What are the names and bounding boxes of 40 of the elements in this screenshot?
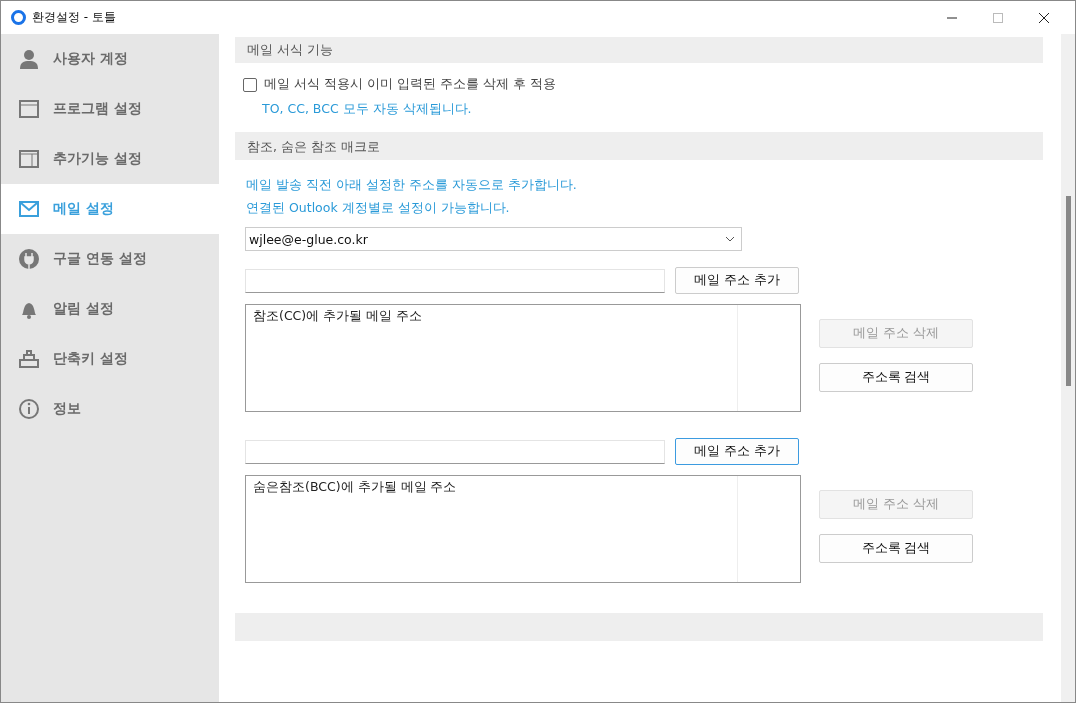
email-input-field[interactable] [245, 268, 665, 293]
sidebar-item[interactable]: 추가기능 설정 [1, 134, 219, 184]
email-input-field[interactable] [245, 439, 665, 464]
mail-icon [18, 198, 40, 220]
add-email-button[interactable]: 메일 주소 추가 [675, 438, 799, 465]
add-email-button[interactable]: 메일 주소 추가 [675, 267, 799, 294]
sidebar-item[interactable]: 단축키 설정 [1, 334, 219, 384]
info-note: 연결된 Outlook 계정별로 설정이 가능합니다. [246, 200, 511, 217]
info-note: 메일 발송 직전 아래 설정한 주소를 자동으로 추가합니다. [246, 177, 578, 194]
window-icon [18, 98, 40, 120]
keyboard-icon [18, 348, 40, 370]
account-dropdown[interactable]: wjlee@e-glue.co.kr [245, 227, 742, 251]
plug-icon [18, 248, 40, 270]
list-placeholder: 참조(CC)에 추가될 메일 주소 [253, 308, 423, 323]
scrollbar[interactable] [1061, 34, 1075, 702]
sidebar-item[interactable]: 사용자 계정 [1, 34, 219, 84]
address-book-search-button[interactable]: 주소록 검색 [819, 534, 973, 563]
window-title: 환경설정 - 토틀 [32, 9, 116, 26]
user-icon [18, 48, 40, 70]
maximize-icon [992, 11, 1004, 24]
checkbox[interactable] [243, 77, 257, 92]
info-note: TO, CC, BCC 모두 자동 삭제됩니다. [262, 101, 473, 118]
close-icon [1038, 11, 1050, 24]
sidebar-item[interactable]: 정보 [1, 384, 219, 434]
sidebar-item[interactable]: 알림 설정 [1, 284, 219, 334]
panel-icon [18, 148, 40, 170]
list-placeholder: 숨은참조(BCC)에 추가될 메일 주소 [253, 479, 457, 494]
app-logo-icon [11, 10, 26, 25]
sidebar-item[interactable]: 프로그램 설정 [1, 84, 219, 134]
checkbox-label: 메일 서식 적용시 이미 입력된 주소를 삭제 후 적용 [264, 76, 556, 93]
email-listbox[interactable]: 참조(CC)에 추가될 메일 주소 [245, 304, 801, 412]
sidebar-item[interactable]: 메일 설정 [1, 184, 219, 234]
section-header: 메일 서식 기능 [235, 37, 1043, 63]
email-listbox[interactable]: 숨은참조(BCC)에 추가될 메일 주소 [245, 475, 801, 583]
address-book-search-button[interactable]: 주소록 검색 [819, 363, 973, 392]
scrollbar-thumb[interactable] [1066, 196, 1071, 386]
sidebar-item[interactable]: 구글 연동 설정 [1, 234, 219, 284]
section-header: 참조, 숨은 참조 매크로 [235, 132, 1043, 160]
info-icon [18, 398, 40, 420]
chevron-down-icon [725, 236, 735, 242]
